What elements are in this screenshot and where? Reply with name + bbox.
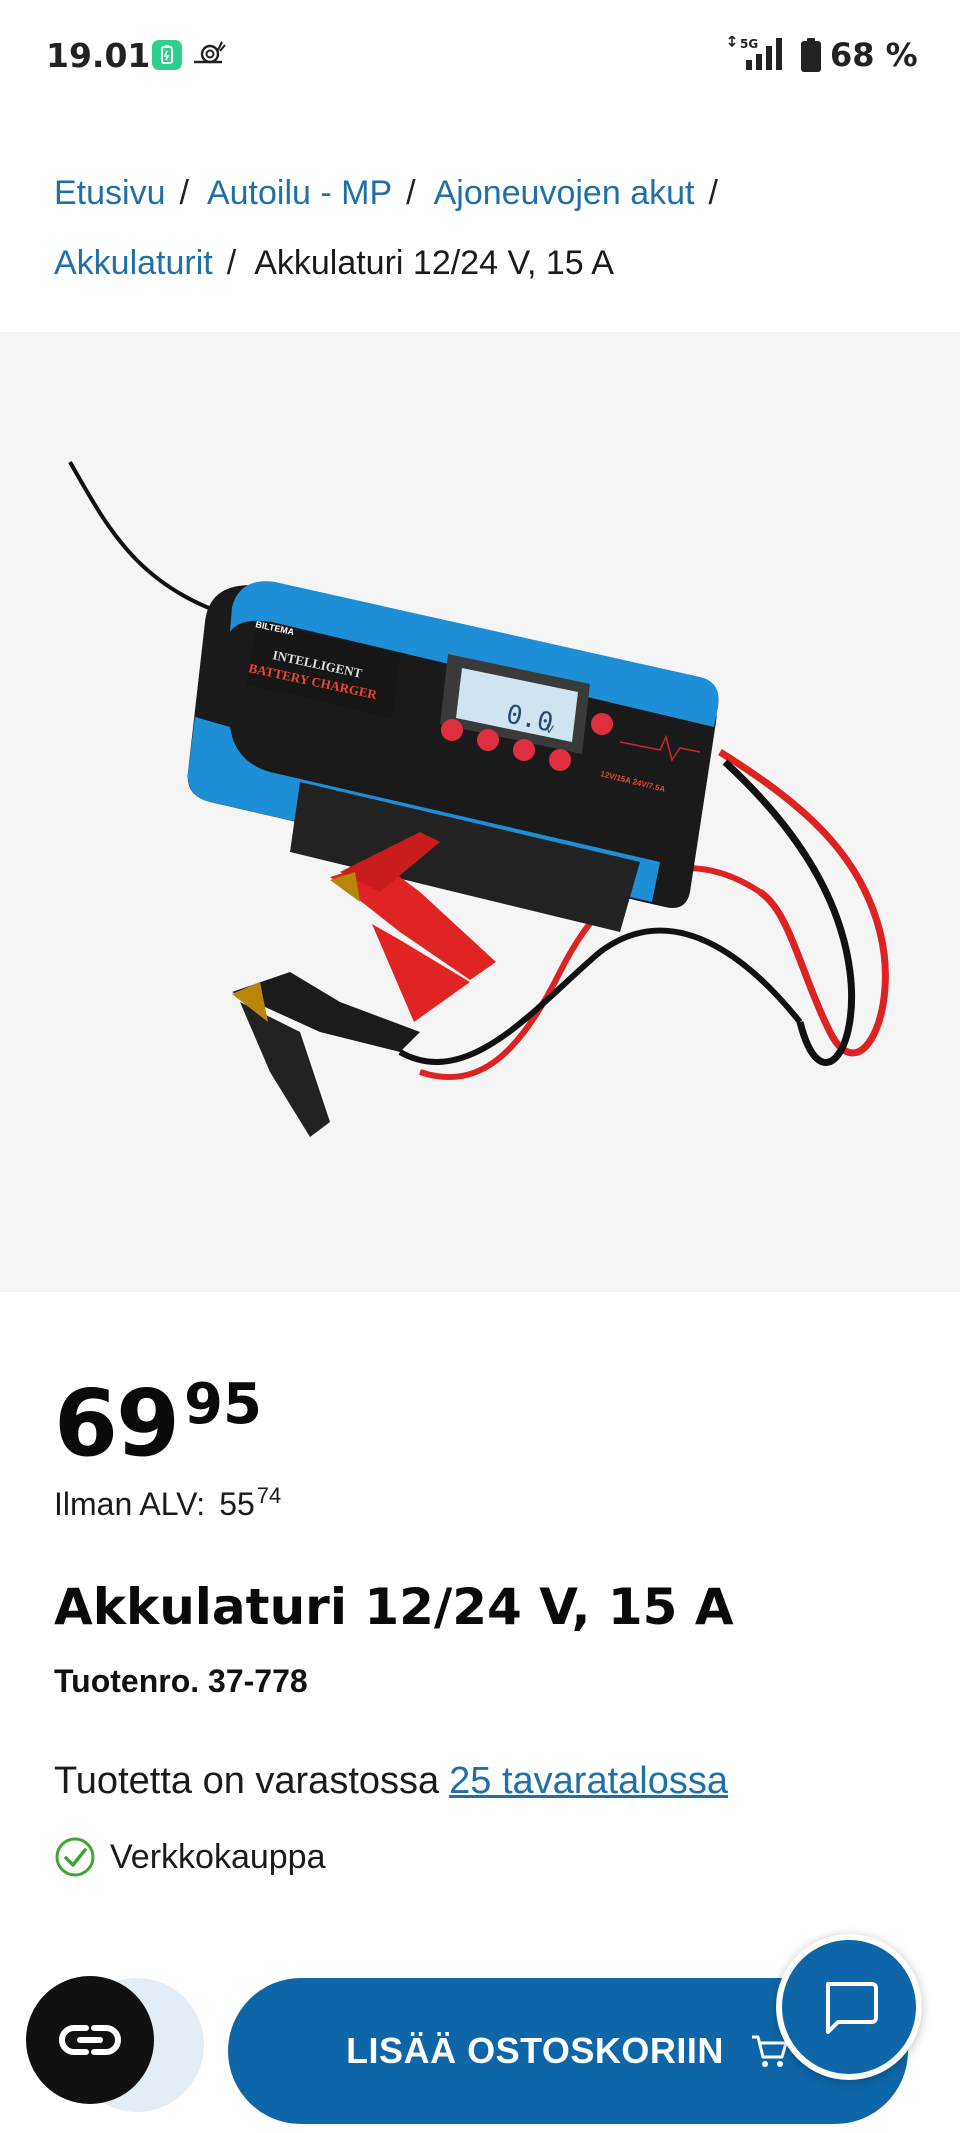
link-icon	[59, 2025, 121, 2055]
breadcrumb-separator: /	[226, 244, 237, 282]
vat-integer: 55	[219, 1486, 255, 1522]
price: 69 95	[54, 1370, 262, 1477]
online-store-label: Verkkokauppa	[110, 1837, 326, 1876]
status-time: 19.01	[46, 36, 151, 75]
compare-button[interactable]	[26, 1976, 154, 2104]
network-signal-icon: 5G	[726, 34, 792, 75]
stock-text: Tuotetta on varastossa	[54, 1760, 440, 1802]
breadcrumb-vehicle-batteries[interactable]: Ajoneuvojen akut	[434, 158, 695, 228]
product-title: Akkulaturi 12/24 V, 15 A	[54, 1578, 734, 1636]
online-store-availability: Verkkokauppa	[54, 1836, 326, 1878]
breadcrumb-automotive[interactable]: Autoilu - MP	[207, 158, 392, 228]
check-circle-icon	[55, 1837, 95, 1877]
product-number: Tuotenro. 37-778	[54, 1663, 308, 1699]
price-decimals: 95	[184, 1372, 262, 1437]
breadcrumb: Etusivu / Autoilu - MP / Ajoneuvojen aku…	[54, 158, 914, 298]
battery-percent: 68 %	[830, 36, 918, 74]
snail-icon	[192, 38, 226, 71]
add-to-cart-label: LISÄÄ OSTOSKORIIN	[346, 2030, 724, 2071]
network-type: 5G	[740, 37, 758, 51]
price-integer: 69	[54, 1370, 180, 1477]
store-availability-link[interactable]: 25 tavaratalossa	[449, 1760, 728, 1802]
breadcrumb-battery-chargers[interactable]: Akkulaturit	[54, 228, 213, 298]
breadcrumb-home[interactable]: Etusivu	[54, 158, 166, 228]
chat-button[interactable]	[776, 1934, 922, 2080]
breadcrumb-current: Akkulaturi 12/24 V, 15 A	[254, 244, 614, 282]
status-bar: 19.01 5G 68 %	[0, 0, 960, 110]
vat-label: Ilman ALV:	[54, 1486, 206, 1522]
breadcrumb-separator: /	[708, 174, 718, 212]
chat-bubble-icon	[826, 1982, 878, 2034]
breadcrumb-separator: /	[406, 174, 416, 212]
breadcrumb-separator: /	[179, 174, 189, 212]
battery-app-icon	[152, 40, 182, 70]
battery-icon	[800, 38, 822, 72]
price-without-vat: Ilman ALV: 5574	[54, 1483, 282, 1523]
vat-decimals: 74	[256, 1483, 282, 1508]
stock-availability: Tuotetta on varastossa 25 tavaratalossa	[54, 1760, 728, 1803]
product-image[interactable]: BILTEMA INTELLIGENT BATTERY CHARGER 0.0 …	[0, 332, 960, 1292]
